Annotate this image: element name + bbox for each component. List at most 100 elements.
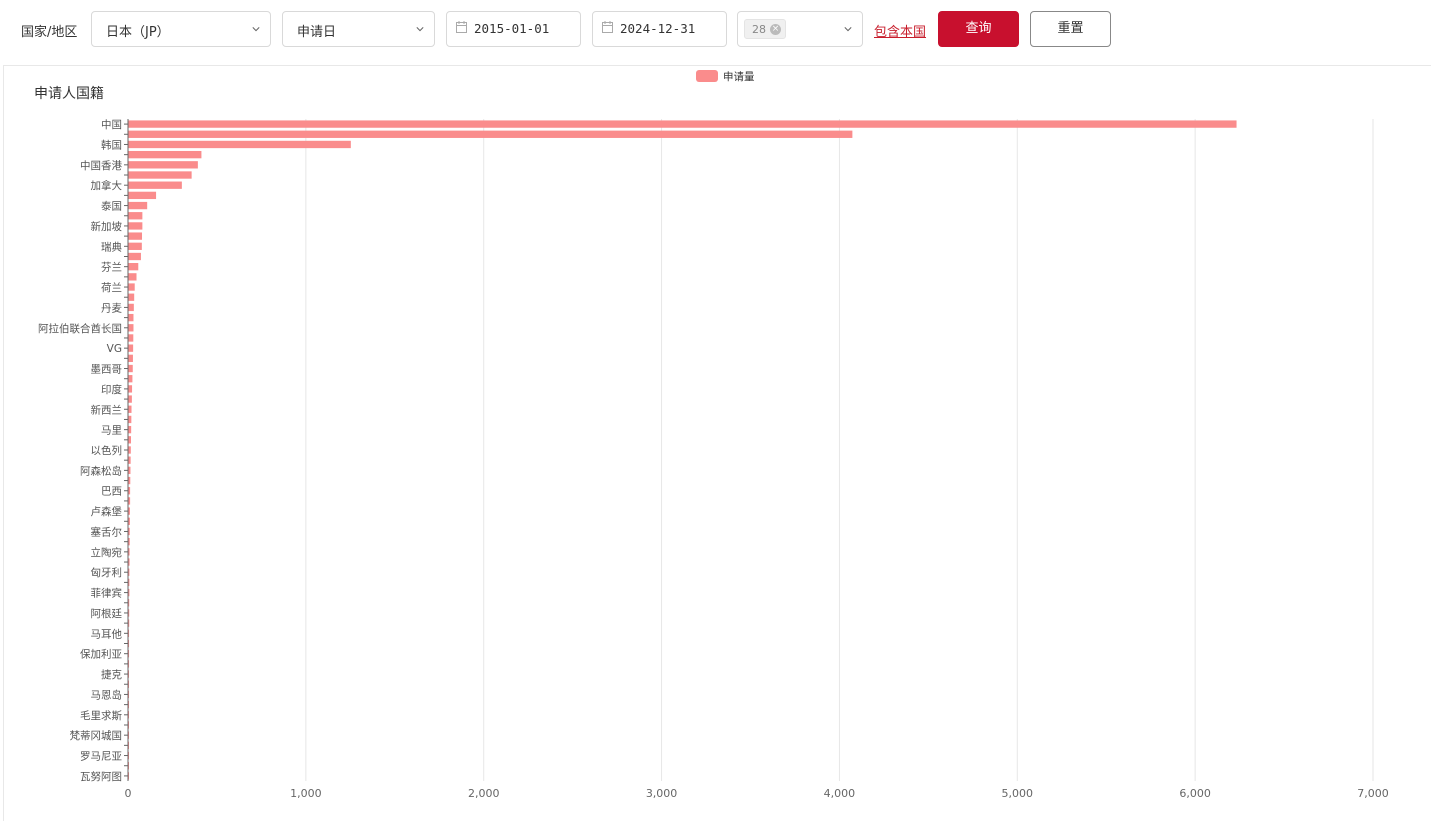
bar <box>128 273 137 281</box>
bar <box>128 364 133 373</box>
y-tick-label: 泰国 <box>101 200 122 213</box>
y-tick-label: 马耳他 <box>91 627 123 640</box>
x-tick-label: 1,000 <box>290 787 322 800</box>
y-tick-label: VG <box>107 343 122 355</box>
y-tick-label: 印度 <box>101 383 122 396</box>
y-tick-label: 梵蒂冈城国 <box>70 730 123 742</box>
y-tick-label: 芬兰 <box>101 261 122 274</box>
x-tick-label: 3,000 <box>646 787 678 800</box>
y-tick-label: 韩国 <box>101 138 122 151</box>
y-tick-label: 卢森堡 <box>91 505 123 518</box>
legend-swatch <box>696 70 718 82</box>
bar <box>128 700 129 709</box>
bar <box>128 680 129 688</box>
bar <box>128 497 131 505</box>
bar <box>128 599 130 607</box>
bar <box>128 578 130 587</box>
x-tick-label: 2,000 <box>468 787 500 800</box>
bar <box>128 558 130 566</box>
bar <box>128 588 130 597</box>
bar <box>128 140 351 149</box>
y-tick-label: 墨西哥 <box>91 364 123 376</box>
bar <box>128 660 130 668</box>
bar <box>128 517 130 525</box>
bar <box>128 222 143 230</box>
bar <box>128 609 130 617</box>
bar <box>128 334 134 342</box>
bar <box>128 731 129 739</box>
x-tick-label: 5,000 <box>1002 787 1034 800</box>
bar <box>128 181 182 189</box>
bar <box>128 324 134 332</box>
bar <box>128 232 143 240</box>
x-tick-label: 0 <box>125 787 132 800</box>
y-tick-label: 新西兰 <box>91 403 123 416</box>
bar <box>128 650 130 658</box>
y-tick-label: 保加利亚 <box>80 648 122 661</box>
bar <box>128 527 130 536</box>
bar <box>128 171 192 179</box>
y-tick-label: 中国香港 <box>80 159 122 172</box>
y-tick-label: 新加坡 <box>91 220 123 233</box>
bar <box>128 161 198 169</box>
bar-chart: 0 1,000 2,000 3,000 4,000 5,000 6,000 7,000 中国韩国… <box>38 70 1389 800</box>
bar <box>128 711 129 719</box>
y-tick-label: 阿根廷 <box>91 607 123 620</box>
bar <box>128 354 133 363</box>
y-tick-label: 瑞典 <box>101 240 122 253</box>
bar <box>128 436 131 444</box>
bar <box>128 313 134 322</box>
y-tick-label: 阿森松岛 <box>80 464 122 477</box>
y-tick-label: 瓦努阿图 <box>80 770 122 783</box>
y-tick-label: 捷克 <box>101 668 122 681</box>
bar <box>128 568 130 576</box>
y-tick-label: 罗马尼亚 <box>80 751 122 763</box>
y-tick-label: 丹麦 <box>101 302 122 314</box>
x-tick-label: 7,000 <box>1357 787 1389 800</box>
bar <box>128 751 129 760</box>
bar <box>128 425 132 434</box>
bar <box>128 639 130 648</box>
bar <box>128 263 139 271</box>
y-tick-label: 中国 <box>101 118 122 131</box>
bar <box>128 446 131 454</box>
bar <box>128 741 129 750</box>
legend-label: 申请量 <box>723 70 755 83</box>
bar <box>128 466 131 475</box>
y-tick-label: 塞舌尔 <box>91 525 123 538</box>
bar <box>128 252 141 261</box>
bar <box>128 487 131 495</box>
bar <box>128 548 130 556</box>
bar <box>128 762 129 770</box>
bar <box>128 537 130 546</box>
x-tick-label: 6,000 <box>1179 787 1211 800</box>
y-tick-label: 匈牙利 <box>91 566 123 579</box>
bar <box>128 476 131 485</box>
bar <box>128 191 157 200</box>
bar <box>128 721 129 729</box>
bar <box>128 344 134 352</box>
bar <box>128 242 142 250</box>
y-tick-label: 荷兰 <box>101 281 122 294</box>
bar <box>128 201 148 210</box>
bar <box>128 120 1237 128</box>
y-tick-label: 以色列 <box>91 444 123 457</box>
bar <box>128 303 134 312</box>
bar <box>128 772 129 780</box>
y-tick-label: 马恩岛 <box>91 688 123 701</box>
bar <box>128 283 135 291</box>
bar <box>128 507 130 515</box>
bar <box>128 629 130 637</box>
y-tick-label: 阿拉伯联合酋长国 <box>38 322 122 335</box>
bar <box>128 670 129 678</box>
bar <box>128 415 132 424</box>
bar <box>128 690 129 699</box>
bar <box>128 405 132 413</box>
bar <box>128 375 133 383</box>
bar <box>128 293 135 301</box>
y-tick-label: 巴西 <box>101 486 122 498</box>
x-tick-label: 4,000 <box>824 787 856 800</box>
bar <box>128 150 202 159</box>
y-tick-label: 加拿大 <box>91 179 123 192</box>
bar <box>128 385 133 393</box>
